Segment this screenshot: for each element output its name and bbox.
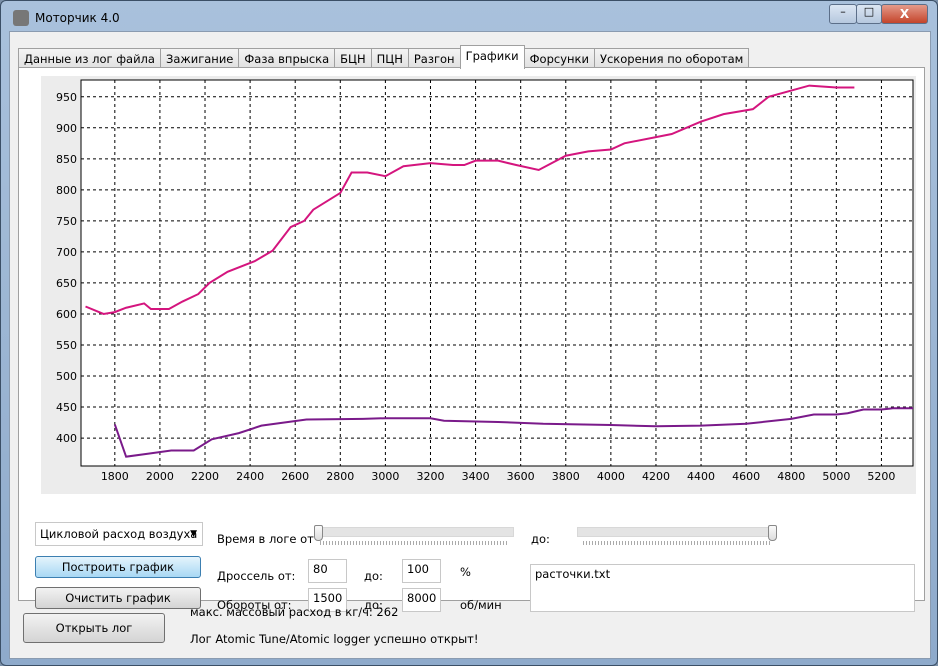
max-flow-text: макс. массовый расход в кг/ч: 262 bbox=[190, 605, 399, 619]
minimize-button[interactable]: – bbox=[829, 4, 857, 24]
tab-4[interactable]: ПЦН bbox=[370, 48, 409, 69]
y-tick-label: 450 bbox=[56, 401, 77, 414]
tab-7[interactable]: Форсунки bbox=[523, 48, 595, 69]
x-tick-label: 4200 bbox=[642, 470, 670, 483]
x-tick-label: 2600 bbox=[281, 470, 309, 483]
throttle-to-input[interactable]: 100 bbox=[402, 559, 441, 583]
time-from-label: Время в логе от bbox=[217, 532, 314, 546]
tab-6[interactable]: Графики bbox=[459, 45, 525, 69]
x-tick-label: 1800 bbox=[101, 470, 129, 483]
y-tick-label: 950 bbox=[56, 91, 77, 104]
slider-thumb[interactable] bbox=[314, 525, 323, 541]
close-button[interactable]: X bbox=[881, 4, 928, 24]
throttle-label: Дроссель от: bbox=[217, 569, 296, 583]
clear-chart-button[interactable]: Очистить график bbox=[35, 587, 201, 609]
x-tick-label: 4000 bbox=[597, 470, 625, 483]
app-window: Моторчик 4.0 – □ X Данные из лог файла За… bbox=[0, 0, 938, 666]
x-tick-label: 5000 bbox=[822, 470, 850, 483]
y-tick-label: 800 bbox=[56, 184, 77, 197]
param-select[interactable]: Цикловой расход воздуха ▼ bbox=[35, 522, 203, 546]
rpm-to-input[interactable]: 8000 bbox=[402, 588, 441, 612]
chart-area: 1800 2000 2200 2400 2600 2800 3000 3200 3400 3600… bbox=[41, 76, 916, 494]
x-tick-label: 3200 bbox=[416, 470, 444, 483]
x-tick-label: 2800 bbox=[326, 470, 354, 483]
y-tick-label: 700 bbox=[56, 246, 77, 259]
y-tick-label: 500 bbox=[56, 370, 77, 383]
tab-bar: Данные из лог файла Зажигание Фаза впрыска… bbox=[18, 45, 750, 69]
chart: 1800 2000 2200 2400 2600 2800 3000 3200 3400 3600… bbox=[56, 79, 914, 483]
tab-2[interactable]: Фаза впрыска bbox=[238, 48, 336, 69]
status-text: Лог Atomic Tune/Atomic logger успешно от… bbox=[190, 632, 479, 646]
tab-8[interactable]: Ускорения по оборотам bbox=[593, 48, 750, 69]
throttle-unit: % bbox=[460, 565, 471, 579]
rpm-unit: об/мин bbox=[460, 598, 502, 612]
y-tick-label: 400 bbox=[56, 432, 77, 445]
maximize-button[interactable]: □ bbox=[856, 4, 882, 24]
window-title: Моторчик 4.0 bbox=[35, 11, 120, 25]
tab-3[interactable]: БЦН bbox=[334, 48, 372, 69]
tab-5[interactable]: Разгон bbox=[407, 48, 461, 69]
time-from-slider[interactable] bbox=[314, 525, 514, 549]
x-tick-label: 3600 bbox=[507, 470, 535, 483]
y-tick-label: 600 bbox=[56, 308, 77, 321]
y-tick-label: 550 bbox=[56, 339, 77, 352]
x-tick-label: 5200 bbox=[867, 470, 895, 483]
x-tick-label: 4800 bbox=[777, 470, 805, 483]
chevron-down-icon: ▼ bbox=[190, 529, 197, 539]
y-tick-label: 850 bbox=[56, 153, 77, 166]
time-to-label: до: bbox=[531, 532, 550, 546]
app-icon bbox=[13, 10, 29, 26]
time-to-slider[interactable] bbox=[577, 525, 777, 549]
x-tick-label: 4400 bbox=[687, 470, 715, 483]
slider-thumb[interactable] bbox=[768, 525, 777, 541]
x-tick-label: 3400 bbox=[462, 470, 490, 483]
tab-page-graphs: 1800 2000 2200 2400 2600 2800 3000 3200 3400 3600… bbox=[18, 67, 925, 612]
y-tick-label: 750 bbox=[56, 215, 77, 228]
tab-0[interactable]: Данные из лог файла bbox=[18, 48, 161, 69]
build-chart-button[interactable]: Построить график bbox=[35, 556, 201, 578]
x-tick-label: 2000 bbox=[146, 470, 174, 483]
param-select-value: Цикловой расход воздуха bbox=[40, 527, 198, 541]
throttle-from-input[interactable]: 80 bbox=[308, 559, 347, 583]
client-area: Данные из лог файла Зажигание Фаза впрыска… bbox=[9, 31, 931, 659]
x-tick-label: 2200 bbox=[191, 470, 219, 483]
plot-area bbox=[80, 79, 914, 467]
x-tick-label: 3800 bbox=[552, 470, 580, 483]
files-list[interactable]: расточки.txt bbox=[530, 564, 915, 612]
tab-1[interactable]: Зажигание bbox=[159, 48, 240, 69]
x-tick-label: 3000 bbox=[371, 470, 399, 483]
throttle-to-label: до: bbox=[364, 569, 383, 583]
x-tick-label: 4600 bbox=[732, 470, 760, 483]
x-tick-label: 2400 bbox=[236, 470, 264, 483]
y-tick-label: 650 bbox=[56, 277, 77, 290]
title-bar: Моторчик 4.0 bbox=[13, 10, 120, 26]
y-tick-label: 900 bbox=[56, 122, 77, 135]
open-log-button[interactable]: Открыть лог bbox=[23, 613, 165, 643]
